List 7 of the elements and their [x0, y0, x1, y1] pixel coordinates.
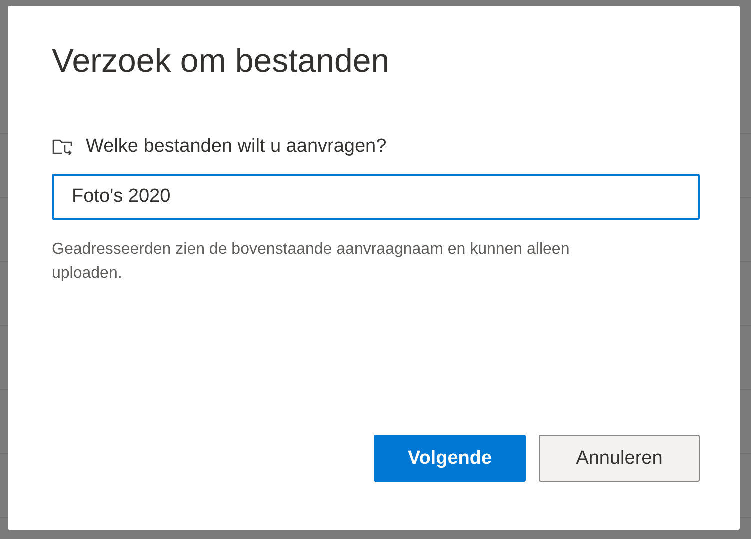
- help-text: Geadresseerden zien de bovenstaande aanvraagnaam en kunnen alleen uploaden.: [52, 240, 571, 284]
- folder-icon: [52, 138, 74, 156]
- next-button[interactable]: Volgende: [374, 435, 526, 482]
- cancel-button[interactable]: Annuleren: [539, 435, 700, 482]
- dialog-title: Verzoek om bestanden: [52, 42, 391, 80]
- field-label: Welke bestanden wilt u aanvragen?: [86, 136, 387, 158]
- input-field[interactable]: Foto's 2020: [52, 174, 700, 220]
